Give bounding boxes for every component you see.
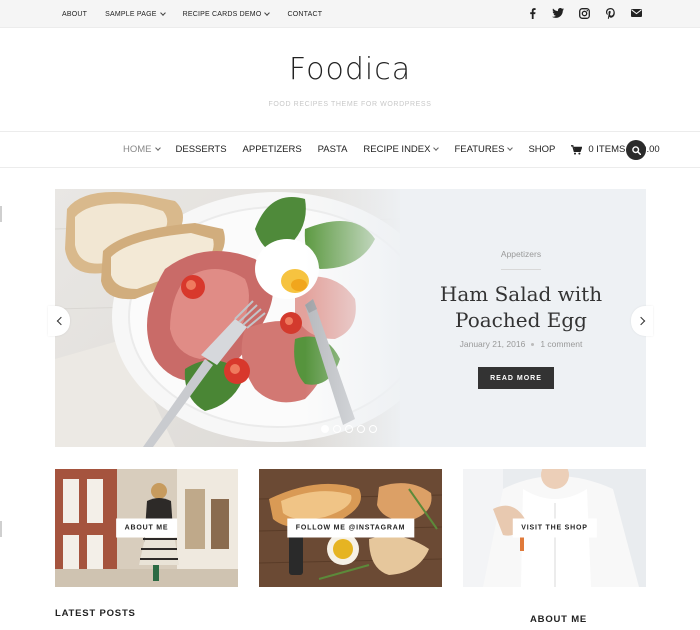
chevron-right-icon (636, 316, 645, 326)
slider-next-button[interactable] (631, 306, 653, 336)
twitter-icon[interactable] (552, 7, 564, 19)
nav-item-desserts[interactable]: DESSERTS (176, 144, 227, 155)
promo-label: ABOUT ME (115, 518, 178, 538)
cart-icon (571, 144, 583, 155)
featured-slider: Appetizers Ham Salad with Poached Egg Ja… (55, 189, 646, 447)
social-icons (526, 7, 642, 19)
slider-pagination (321, 425, 377, 433)
nav-item-features[interactable]: FEATURES (454, 144, 514, 155)
promo-about-me[interactable]: ABOUT ME (55, 469, 238, 587)
chevron-down-icon (264, 9, 271, 16)
slide-meta: January 21, 2016 1 comment (421, 339, 621, 349)
slider-dot[interactable] (333, 425, 341, 433)
chevron-down-icon (507, 145, 514, 151)
slide-comments-link[interactable]: 1 comment (540, 339, 582, 349)
site-logo[interactable]: Foodica (0, 52, 700, 87)
slider-dot[interactable] (345, 425, 353, 433)
promo-visit-shop[interactable]: VISIT THE SHOP (463, 469, 646, 587)
top-menu-item-about[interactable]: ABOUT (62, 11, 87, 18)
pinterest-icon[interactable] (604, 7, 616, 19)
slider-dot[interactable] (321, 425, 329, 433)
side-marker (0, 206, 2, 222)
top-menu-item-recipe-cards-demo[interactable]: RECIPE CARDS DEMO (183, 9, 271, 18)
chevron-down-icon (154, 145, 161, 151)
slide-category[interactable]: Appetizers (441, 249, 601, 259)
main-navigation: HOME DESSERTS APPETIZERS PASTA RECIPE IN… (0, 131, 700, 168)
cart-link[interactable]: 0 ITEMS – $0.00 (571, 144, 660, 155)
nav-item-home[interactable]: HOME (123, 144, 161, 155)
slide-title[interactable]: Ham Salad with Poached Egg (421, 281, 621, 333)
nav-item-appetizers[interactable]: APPETIZERS (243, 144, 302, 155)
nav-item-shop[interactable]: SHOP (528, 144, 555, 155)
promo-label: FOLLOW ME @INSTAGRAM (286, 518, 415, 538)
read-more-button[interactable]: READ MORE (478, 367, 554, 389)
slide-date: January 21, 2016 (459, 339, 526, 349)
chevron-down-icon (159, 9, 166, 16)
instagram-icon[interactable] (578, 7, 590, 19)
search-button[interactable] (626, 140, 646, 160)
chevron-left-icon (56, 316, 65, 326)
search-icon (631, 145, 641, 155)
site-tagline: FOOD RECIPES THEME FOR WORDPRESS (268, 101, 432, 108)
meta-separator (531, 343, 535, 347)
main-menu: HOME DESSERTS APPETIZERS PASTA RECIPE IN… (123, 132, 660, 167)
promo-label: VISIT THE SHOP (512, 518, 597, 538)
facebook-icon[interactable] (526, 7, 538, 19)
about-me-heading: ABOUT ME (530, 614, 588, 625)
slide-image-fade (305, 189, 425, 447)
divider (501, 269, 541, 270)
top-menu-item-contact[interactable]: CONTACT (287, 11, 322, 18)
cart-summary: 0 ITEMS – $0.00 (588, 144, 660, 155)
top-menu: ABOUT SAMPLE PAGE RECIPE CARDS DEMO CONT… (62, 0, 340, 28)
nav-item-recipe-index[interactable]: RECIPE INDEX (363, 144, 440, 155)
side-marker (0, 521, 2, 537)
latest-posts-heading: LATEST POSTS (55, 608, 136, 619)
nav-item-pasta[interactable]: PASTA (318, 144, 348, 155)
chevron-down-icon (433, 145, 440, 151)
top-bar: ABOUT SAMPLE PAGE RECIPE CARDS DEMO CONT… (0, 0, 700, 28)
top-menu-item-sample-page[interactable]: SAMPLE PAGE (105, 9, 166, 18)
slider-dot[interactable] (357, 425, 365, 433)
mail-icon[interactable] (630, 7, 642, 19)
slider-dot[interactable] (369, 425, 377, 433)
promo-follow-instagram[interactable]: FOLLOW ME @INSTAGRAM (259, 469, 442, 587)
